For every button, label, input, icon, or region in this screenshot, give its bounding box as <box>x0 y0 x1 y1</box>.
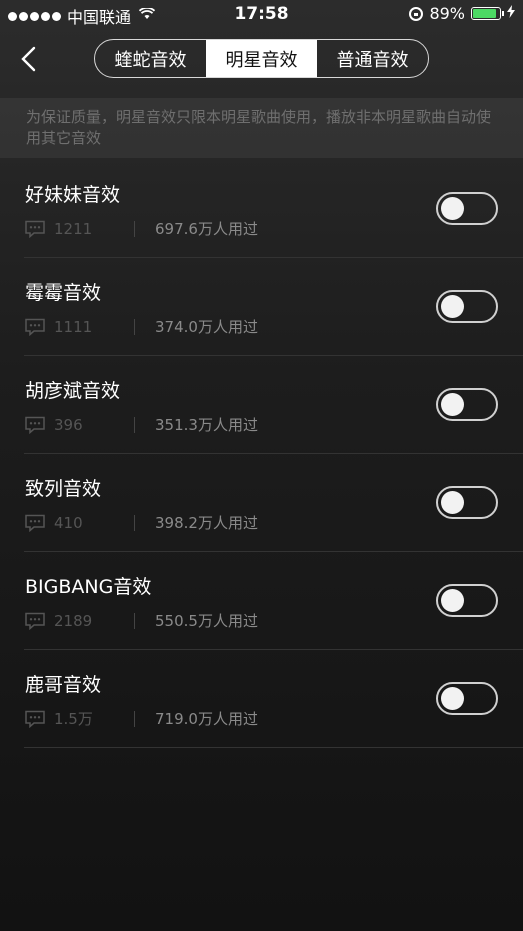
effect-row: BIGBANG音效 2189 550.5万人用过 <box>24 552 523 650</box>
effect-toggle[interactable] <box>436 486 498 519</box>
effect-row: 好妹妹音效 1211 697.6万人用过 <box>24 160 523 258</box>
chevron-left-icon <box>21 46 36 72</box>
divider <box>134 514 135 531</box>
comment-count: 1111 <box>54 317 93 336</box>
status-right: 89% <box>409 4 515 23</box>
toggle-knob <box>441 589 464 612</box>
divider <box>134 220 135 237</box>
back-button[interactable] <box>16 44 46 74</box>
comment-count: 2189 <box>54 611 93 630</box>
divider <box>134 318 135 335</box>
comment-count: 396 <box>54 415 83 434</box>
charging-bolt-icon <box>507 5 515 22</box>
comment-icon <box>25 220 45 238</box>
usage-count: 719.0万人用过 <box>155 710 258 728</box>
comment-icon <box>25 514 45 532</box>
effect-name: 致列音效 <box>25 478 102 500</box>
comment-icon <box>25 612 45 630</box>
effect-meta: 1111 374.0万人用过 <box>24 316 258 337</box>
effect-meta: 396 351.3万人用过 <box>24 414 258 435</box>
comment-count: 1.5万 <box>54 710 93 728</box>
effect-row: 鹿哥音效 1.5万 719.0万人用过 <box>24 650 523 748</box>
usage-count: 697.6万人用过 <box>155 220 258 238</box>
battery-icon <box>471 7 504 20</box>
effect-toggle[interactable] <box>436 388 498 421</box>
effect-meta: 1.5万 719.0万人用过 <box>24 708 258 729</box>
tab-star-effects[interactable]: 明星音效 <box>206 40 317 77</box>
effect-name: 霉霉音效 <box>25 282 102 304</box>
rotation-lock-icon <box>409 6 424 21</box>
divider <box>134 416 135 433</box>
status-bar: 中国联通 17:58 89% <box>0 0 523 30</box>
effect-toggle[interactable] <box>436 682 498 715</box>
effect-name: 胡彦斌音效 <box>25 380 121 402</box>
effect-row: 胡彦斌音效 396 351.3万人用过 <box>24 356 523 454</box>
usage-count: 351.3万人用过 <box>155 416 258 434</box>
effect-list: 好妹妹音效 1211 697.6万人用过 霉霉音效 1111 374.0万人用过… <box>24 160 523 748</box>
effect-toggle[interactable] <box>436 584 498 617</box>
effect-meta: 410 398.2万人用过 <box>24 512 258 533</box>
effect-meta: 1211 697.6万人用过 <box>24 218 258 239</box>
usage-count: 398.2万人用过 <box>155 514 258 532</box>
comment-count: 1211 <box>54 219 93 238</box>
comment-icon <box>25 318 45 336</box>
divider <box>134 612 135 629</box>
toggle-knob <box>441 197 464 220</box>
effect-name: BIGBANG音效 <box>25 576 152 598</box>
comment-icon <box>25 416 45 434</box>
comment-icon <box>25 710 45 728</box>
battery-percent: 89% <box>429 4 465 23</box>
effect-toggle[interactable] <box>436 290 498 323</box>
toggle-knob <box>441 491 464 514</box>
effect-name: 好妹妹音效 <box>25 184 121 206</box>
toggle-knob <box>441 687 464 710</box>
notice-text: 为保证质量，明星音效只限本明星歌曲使用，播放非本明星歌曲自动使用其它音效 <box>0 98 523 158</box>
comment-count: 410 <box>54 513 83 532</box>
nav-bar: 蝰蛇音效 明星音效 普通音效 <box>0 36 523 82</box>
effect-row: 致列音效 410 398.2万人用过 <box>24 454 523 552</box>
effect-tabs: 蝰蛇音效 明星音效 普通音效 <box>94 39 429 78</box>
toggle-knob <box>441 393 464 416</box>
toggle-knob <box>441 295 464 318</box>
effect-name: 鹿哥音效 <box>25 674 102 696</box>
usage-count: 374.0万人用过 <box>155 318 258 336</box>
usage-count: 550.5万人用过 <box>155 612 258 630</box>
effect-row: 霉霉音效 1111 374.0万人用过 <box>24 258 523 356</box>
divider <box>134 710 135 727</box>
tab-viper-effects[interactable]: 蝰蛇音效 <box>95 40 206 77</box>
effect-meta: 2189 550.5万人用过 <box>24 610 258 631</box>
tab-normal-effects[interactable]: 普通音效 <box>317 40 428 77</box>
effect-toggle[interactable] <box>436 192 498 225</box>
